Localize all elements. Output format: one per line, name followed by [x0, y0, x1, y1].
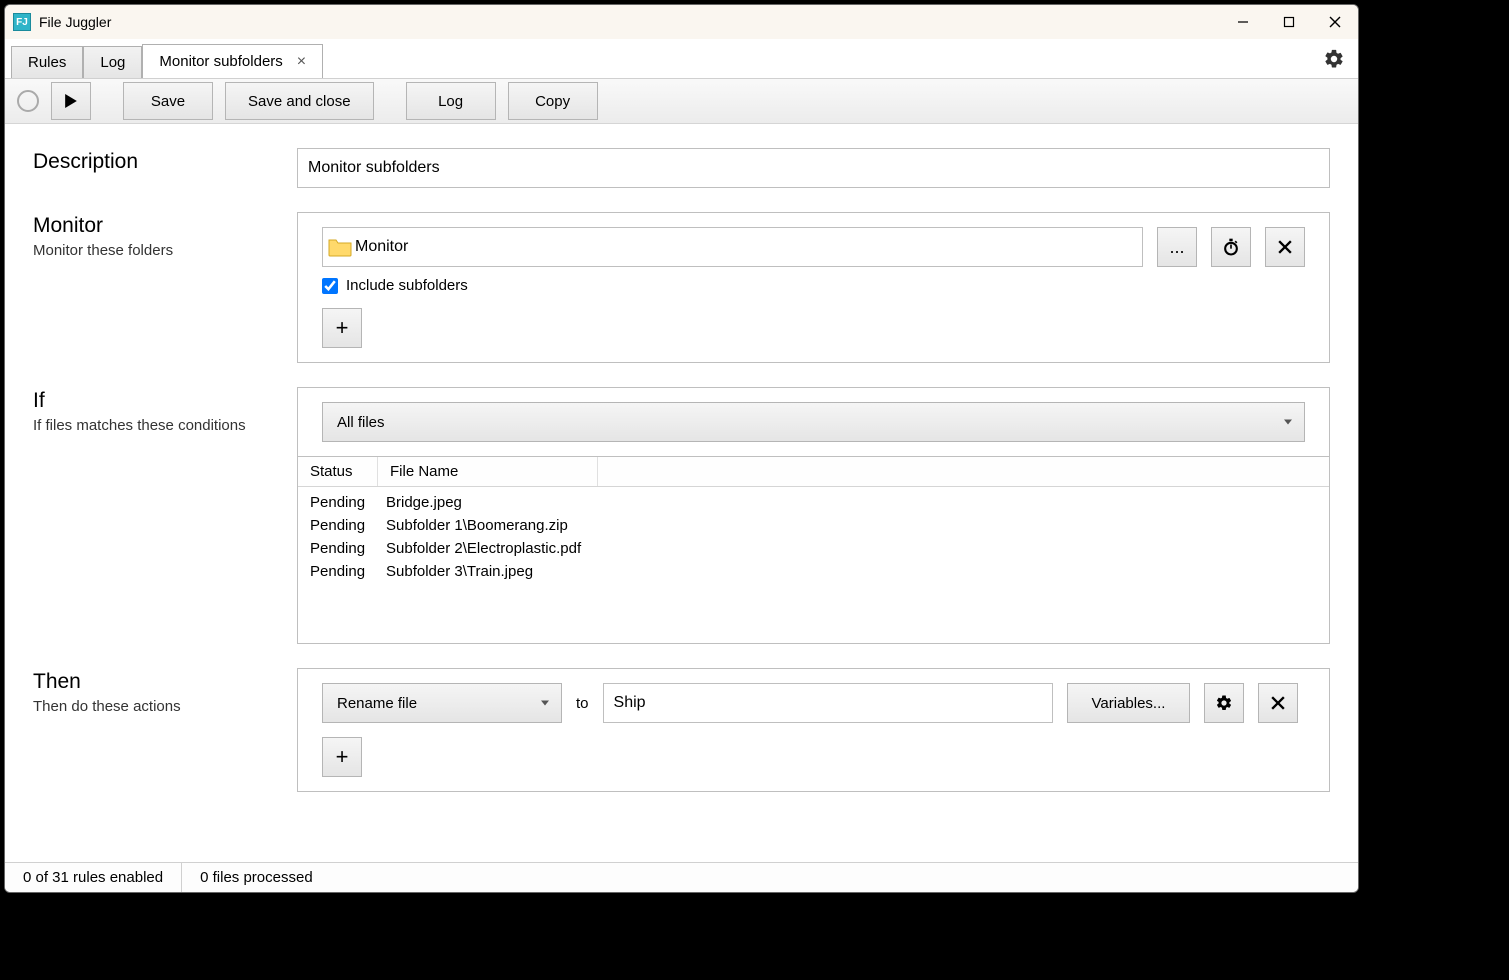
copy-button[interactable]: Copy — [508, 82, 598, 120]
action-combo[interactable]: Rename file — [322, 683, 562, 723]
add-folder-label: + — [336, 315, 349, 341]
cell-filename: Subfolder 2\Electroplastic.pdf — [378, 540, 581, 557]
monitor-heading: Monitor — [33, 214, 297, 238]
copy-label: Copy — [535, 93, 570, 110]
file-table: Status File Name Pending Bridge.jpeg Pen… — [297, 456, 1330, 644]
include-subfolders-checkbox[interactable] — [322, 278, 338, 294]
add-folder-button[interactable]: + — [322, 308, 362, 348]
then-panel: Rename file to Variables... — [297, 668, 1330, 792]
schedule-button[interactable] — [1211, 227, 1251, 267]
rename-to-input[interactable] — [603, 683, 1053, 723]
save-label: Save — [151, 93, 185, 110]
cell-status: Pending — [298, 563, 378, 580]
cell-filename: Subfolder 1\Boomerang.zip — [378, 517, 568, 534]
table-row[interactable]: Pending Bridge.jpeg — [298, 491, 1329, 514]
table-row[interactable]: Pending Subfolder 3\Train.jpeg — [298, 560, 1329, 583]
file-table-header: Status File Name — [298, 457, 1329, 487]
save-button[interactable]: Save — [123, 82, 213, 120]
cell-filename: Bridge.jpeg — [378, 494, 462, 511]
col-status[interactable]: Status — [298, 457, 378, 486]
close-button[interactable] — [1312, 5, 1358, 39]
browse-folder-button[interactable]: ... — [1157, 227, 1197, 267]
add-action-button[interactable]: + — [322, 737, 362, 777]
status-rules-enabled: 0 of 31 rules enabled — [5, 863, 182, 892]
settings-button[interactable] — [1320, 45, 1348, 73]
variables-label: Variables... — [1092, 695, 1166, 712]
minimize-button[interactable] — [1220, 5, 1266, 39]
status-indicator-icon — [17, 90, 39, 112]
cell-status: Pending — [298, 540, 378, 557]
tab-monitor-subfolders[interactable]: Monitor subfolders × — [142, 44, 323, 78]
monitor-subtext: Monitor these folders — [33, 242, 297, 259]
remove-folder-button[interactable] — [1265, 227, 1305, 267]
monitor-panel: Monitor ... Include su — [297, 212, 1330, 363]
log-button[interactable]: Log — [406, 82, 496, 120]
titlebar: FJ File Juggler — [5, 5, 1358, 39]
maximize-button[interactable] — [1266, 5, 1312, 39]
then-subtext: Then do these actions — [33, 698, 297, 715]
action-settings-button[interactable] — [1204, 683, 1244, 723]
log-label: Log — [438, 93, 463, 110]
then-heading: Then — [33, 670, 297, 694]
description-input[interactable] — [297, 148, 1330, 188]
table-row[interactable]: Pending Subfolder 2\Electroplastic.pdf — [298, 537, 1329, 560]
tabs-bar: Rules Log Monitor subfolders × — [5, 39, 1358, 79]
tab-monitor-label: Monitor subfolders — [159, 53, 282, 70]
to-label: to — [576, 695, 589, 712]
tab-close-icon[interactable]: × — [297, 53, 306, 71]
folder-icon — [327, 236, 353, 258]
app-icon: FJ — [13, 13, 31, 31]
save-close-label: Save and close — [248, 93, 351, 110]
if-panel: All files — [297, 387, 1330, 457]
condition-combo-value: All files — [337, 414, 385, 431]
file-table-body: Pending Bridge.jpeg Pending Subfolder 1\… — [298, 487, 1329, 643]
include-subfolders-label: Include subfolders — [346, 277, 468, 294]
status-files-processed: 0 files processed — [182, 863, 331, 892]
col-filename[interactable]: File Name — [378, 457, 598, 486]
tab-log-label: Log — [100, 54, 125, 71]
table-row[interactable]: Pending Subfolder 1\Boomerang.zip — [298, 514, 1329, 537]
description-heading: Description — [33, 150, 297, 174]
save-and-close-button[interactable]: Save and close — [225, 82, 374, 120]
cell-filename: Subfolder 3\Train.jpeg — [378, 563, 533, 580]
tab-rules-label: Rules — [28, 54, 66, 71]
cell-status: Pending — [298, 517, 378, 534]
monitor-folder-value: Monitor — [355, 238, 408, 256]
cell-status: Pending — [298, 494, 378, 511]
toolbar: Save Save and close Log Copy — [5, 79, 1358, 124]
tab-log[interactable]: Log — [83, 46, 142, 78]
status-bar: 0 of 31 rules enabled 0 files processed — [5, 862, 1358, 892]
browse-label: ... — [1169, 237, 1184, 258]
variables-button[interactable]: Variables... — [1067, 683, 1191, 723]
monitor-folder-field[interactable]: Monitor — [322, 227, 1143, 267]
app-window: FJ File Juggler Rules Log Monitor subfol… — [4, 4, 1359, 893]
if-heading: If — [33, 389, 297, 413]
action-combo-value: Rename file — [337, 695, 417, 712]
tab-rules[interactable]: Rules — [11, 46, 83, 78]
add-action-label: + — [336, 744, 349, 770]
condition-combo[interactable]: All files — [322, 402, 1305, 442]
if-subtext: If files matches these conditions — [33, 417, 297, 434]
run-button[interactable] — [51, 82, 91, 120]
remove-action-button[interactable] — [1258, 683, 1298, 723]
app-title: File Juggler — [39, 14, 111, 30]
content-area: Description Monitor Monitor these folder… — [5, 124, 1358, 862]
